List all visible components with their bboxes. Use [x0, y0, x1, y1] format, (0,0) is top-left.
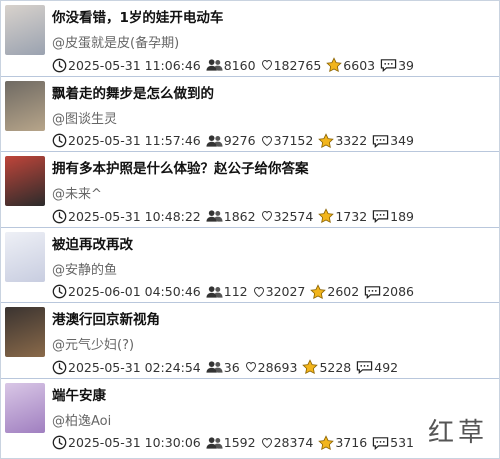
viewer-count: 112 — [223, 284, 248, 300]
viewers-icon — [206, 436, 223, 450]
video-thumbnail[interactable] — [5, 156, 45, 207]
video-stats: 2025-05-31 11:06:46 8160 182765 6603 39 — [52, 57, 414, 73]
video-list: 你没看错，1岁的娃开电动车 @皮蛋就是皮(备孕期) 2025-05-31 11:06… — [1, 1, 499, 455]
like-count: 182765 — [273, 57, 322, 73]
watermark: 红草 — [427, 418, 488, 448]
viewer-count: 36 — [223, 359, 240, 375]
comment-count: 39 — [398, 57, 415, 73]
video-thumbnail[interactable] — [5, 231, 45, 282]
heart-icon — [261, 135, 273, 147]
video-stats: 2025-05-31 10:30:06 1592 28374 3716 531 — [52, 435, 414, 451]
heart-icon — [261, 437, 273, 449]
like-count: 28693 — [257, 359, 298, 375]
like-count: 32574 — [273, 208, 314, 224]
like-count: 37152 — [273, 133, 314, 149]
viewers-icon — [206, 58, 223, 72]
comment-count: 531 — [390, 435, 415, 451]
video-list-item[interactable]: 拥有多本护照是什么体验？赵公子给你答案 @未来^ 2025-05-31 10:48:… — [1, 152, 499, 228]
star-icon — [318, 435, 335, 451]
video-stats: 2025-05-31 10:48:22 1862 32574 1732 189 — [52, 208, 414, 224]
favorite-count: 3322 — [335, 133, 368, 149]
video-thumbnail[interactable] — [5, 5, 45, 55]
video-author[interactable]: @柏逸Aoi — [52, 410, 111, 429]
viewer-count: 1592 — [223, 435, 256, 451]
viewers-icon — [206, 285, 223, 299]
clock-icon — [52, 58, 67, 73]
heart-icon — [245, 361, 257, 373]
video-thumbnail[interactable] — [5, 80, 45, 131]
comment-icon — [364, 285, 381, 299]
star-icon — [318, 208, 335, 224]
star-icon — [318, 132, 335, 149]
video-list-item[interactable]: 飘着走的舞步是怎么做到的 @图谈生灵 2025-05-31 11:57:46 9276… — [1, 77, 499, 153]
viewer-count: 8160 — [223, 57, 256, 73]
heart-icon — [253, 286, 265, 298]
heart-icon — [261, 59, 273, 71]
video-title[interactable]: 你没看错，1岁的娃开电动车 — [52, 6, 223, 26]
favorite-count: 3716 — [335, 435, 368, 451]
comment-count: 189 — [390, 208, 415, 224]
comment-icon — [372, 134, 389, 148]
publish-time: 2025-05-31 10:48:22 — [68, 208, 201, 224]
video-author[interactable]: @图谈生灵 — [52, 108, 117, 127]
video-stats: 2025-06-01 04:50:46 112 32027 2602 2086 — [52, 284, 414, 300]
comment-icon — [356, 360, 373, 375]
video-title[interactable]: 港澳行回京新视角 — [52, 308, 160, 328]
viewer-count: 9276 — [223, 133, 256, 149]
video-list-item[interactable]: 你没看错，1岁的娃开电动车 @皮蛋就是皮(备孕期) 2025-05-31 11:06… — [1, 1, 499, 77]
publish-time: 2025-05-31 11:57:46 — [68, 133, 201, 149]
video-title[interactable]: 飘着走的舞步是怎么做到的 — [52, 82, 214, 102]
like-count: 32027 — [265, 284, 306, 300]
clock-icon — [52, 360, 67, 375]
comment-count: 2086 — [382, 284, 415, 300]
viewer-count: 1862 — [223, 208, 256, 224]
video-author[interactable]: @未来^ — [52, 183, 102, 202]
favorite-count: 2602 — [327, 284, 360, 300]
comment-count: 349 — [390, 133, 415, 149]
star-icon — [310, 284, 327, 300]
video-title[interactable]: 端午安康 — [52, 384, 106, 404]
video-list-item[interactable]: 端午安康 @柏逸Aoi 2025-05-31 10:30:06 1592 28374 37… — [1, 379, 499, 455]
viewers-icon — [206, 134, 223, 148]
comment-icon — [372, 209, 389, 224]
video-stats: 2025-05-31 02:24:54 36 28693 5228 492 — [52, 359, 398, 375]
video-list-item[interactable]: 港澳行回京新视角 @元气少妇(?) 2025-05-31 02:24:54 36 286… — [1, 303, 499, 379]
video-author[interactable]: @安静的鱼 — [52, 259, 117, 278]
video-thumbnail[interactable] — [5, 307, 45, 358]
favorite-count: 1732 — [335, 208, 368, 224]
publish-time: 2025-05-31 02:24:54 — [68, 359, 201, 375]
video-title[interactable]: 拥有多本护照是什么体验？赵公子给你答案 — [52, 157, 309, 177]
clock-icon — [52, 435, 67, 450]
publish-time: 2025-06-01 04:50:46 — [68, 284, 201, 300]
favorite-count: 5228 — [319, 359, 352, 375]
clock-icon — [52, 284, 67, 299]
star-icon — [302, 359, 319, 375]
heart-icon — [261, 210, 273, 222]
viewers-icon — [206, 209, 223, 223]
publish-time: 2025-05-31 11:06:46 — [68, 57, 201, 73]
video-stats: 2025-05-31 11:57:46 9276 37152 3322 349 — [52, 132, 415, 149]
video-list-item[interactable]: 被迫再改再改 @安静的鱼 2025-06-01 04:50:46 112 32027 26… — [1, 228, 499, 304]
video-thumbnail[interactable] — [5, 382, 45, 433]
video-author[interactable]: @皮蛋就是皮(备孕期) — [52, 32, 179, 51]
clock-icon — [52, 133, 67, 148]
favorite-count: 6603 — [343, 57, 376, 73]
comment-icon — [380, 58, 397, 72]
viewers-icon — [206, 360, 223, 374]
video-title[interactable]: 被迫再改再改 — [52, 233, 133, 253]
clock-icon — [52, 209, 67, 224]
comment-count: 492 — [374, 359, 399, 375]
like-count: 28374 — [273, 435, 314, 451]
star-icon — [326, 57, 343, 73]
comment-icon — [372, 436, 389, 450]
video-author[interactable]: @元气少妇(?) — [52, 334, 134, 353]
publish-time: 2025-05-31 10:30:06 — [68, 435, 201, 451]
